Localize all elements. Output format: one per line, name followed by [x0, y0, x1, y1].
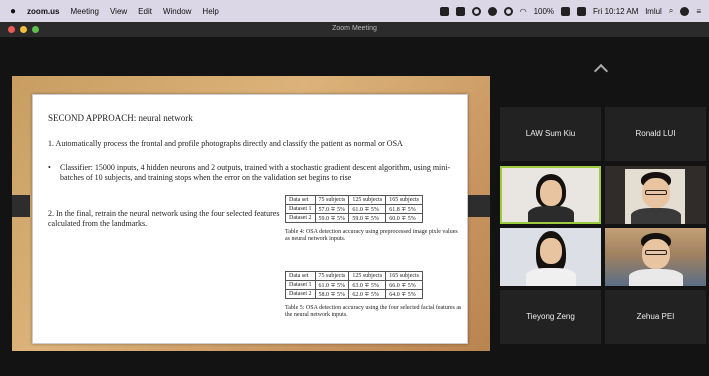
- table-header: 75 subjects: [314, 195, 350, 205]
- menu-meeting[interactable]: Meeting: [71, 7, 99, 16]
- participant-tile-zehua-pei[interactable]: Zehua PEI: [605, 290, 706, 344]
- table-cell: 61.8 ∓ 5%: [385, 204, 424, 214]
- results-table-2: Data set 75 subjects 125 subjects 165 su…: [285, 271, 424, 299]
- menu-app-name[interactable]: zoom.us: [27, 7, 59, 16]
- participant-avatar: [500, 228, 601, 286]
- participant-tile-law-sum-kiu[interactable]: LAW Sum Kiu: [500, 107, 601, 161]
- table-row: Dataset 1 61.0 ∓ 5% 63.0 ∓ 5% 66.0 ∓ 5%: [285, 280, 424, 290]
- search-icon[interactable]: ⌕: [669, 6, 673, 16]
- table-header: 165 subjects: [385, 271, 424, 281]
- table-cell: 57.0 ∓ 5%: [314, 204, 350, 214]
- table-cell: 63.0 ∓ 5%: [348, 280, 387, 290]
- table-header: 125 subjects: [348, 271, 387, 281]
- participant-name: Tieyong Zeng: [526, 312, 575, 321]
- participant-avatar: [502, 168, 599, 222]
- table-cell: 61.0 ∓ 5%: [314, 280, 350, 290]
- table-cell: Dataset 1: [285, 204, 316, 214]
- menu-edit[interactable]: Edit: [138, 7, 152, 16]
- table-cell: Dataset 2: [285, 289, 316, 299]
- table-cell: 58.0 ∓ 5%: [314, 289, 350, 299]
- clipboard-icon[interactable]: [455, 6, 465, 16]
- table-cell: 62.0 ∓ 5%: [348, 289, 387, 299]
- participant-name: Ronald LUI: [635, 129, 676, 138]
- table-cell: 61.0 ∓ 5%: [348, 204, 387, 214]
- menu-view[interactable]: View: [110, 7, 127, 16]
- table-1-caption: Table 4: OSA detection accuracy using pr…: [285, 229, 458, 242]
- participant-video[interactable]: [605, 166, 706, 224]
- menu-help[interactable]: Help: [202, 7, 218, 16]
- participant-name: LAW Sum Kiu: [525, 129, 576, 138]
- table-header: Data set: [285, 195, 316, 205]
- menu-user[interactable]: lmlul: [645, 7, 661, 16]
- table-cell: 60.0 ∓ 5%: [385, 213, 424, 223]
- table-cell: 59.0 ∓ 5%: [348, 213, 387, 223]
- table-cell: Dataset 2: [285, 213, 316, 223]
- table-header: 165 subjects: [385, 195, 424, 205]
- input-source-icon[interactable]: [577, 6, 587, 16]
- table-2-caption: Table 5: OSA detection accuracy using th…: [285, 305, 462, 318]
- menu-window[interactable]: Window: [163, 7, 191, 16]
- battery-percent[interactable]: 100%: [534, 7, 554, 16]
- bullet-mark: •: [48, 163, 51, 172]
- table-cell: 59.0 ∓ 5%: [314, 213, 350, 223]
- table-header: 75 subjects: [314, 271, 350, 281]
- slide-bullet: • Classifier: 15000 inputs, 4 hidden neu…: [48, 163, 453, 183]
- bullet-text: Classifier: 15000 inputs, 4 hidden neuro…: [60, 163, 451, 182]
- bluetooth-icon[interactable]: [503, 6, 513, 16]
- control-center-icon[interactable]: ≡: [696, 7, 701, 16]
- table-row: Dataset 2 59.0 ∓ 5% 59.0 ∓ 5% 60.0 ∓ 5%: [285, 213, 424, 223]
- results-table-1: Data set 75 subjects 125 subjects 165 su…: [285, 195, 424, 223]
- table-header: 125 subjects: [348, 195, 387, 205]
- slide-point-2: 2. In the final, retrain the neural netw…: [48, 209, 280, 228]
- window-title: Zoom Meeting: [332, 25, 377, 32]
- table-cell: Dataset 1: [285, 280, 316, 290]
- participant-video[interactable]: [500, 228, 601, 286]
- shared-screen-bar-left: [12, 195, 30, 217]
- participant-avatar: [605, 166, 706, 224]
- presentation-slide: SECOND APPROACH: neural network 1. Autom…: [32, 94, 468, 344]
- table-row: Dataset 1 57.0 ∓ 5% 61.0 ∓ 5% 61.8 ∓ 5%: [285, 204, 424, 214]
- cloud-icon[interactable]: [487, 6, 497, 16]
- battery-icon[interactable]: [561, 6, 571, 16]
- siri-icon[interactable]: [680, 6, 690, 16]
- menu-clock[interactable]: Fri 10:12 AM: [593, 7, 638, 16]
- sync-icon[interactable]: [471, 6, 481, 16]
- window-titlebar[interactable]: Zoom Meeting: [0, 22, 709, 37]
- slide-title: SECOND APPROACH: neural network: [48, 113, 193, 123]
- participant-tile-ronald-lui[interactable]: Ronald LUI: [605, 107, 706, 161]
- apple-menu-icon[interactable]: ●: [10, 6, 16, 17]
- table-header: Data set: [285, 271, 316, 281]
- macos-menu-bar: ● zoom.us Meeting View Edit Window Help …: [0, 0, 709, 22]
- zoom-status-icon[interactable]: [439, 6, 449, 16]
- participant-video-active-speaker[interactable]: [500, 166, 601, 224]
- slide-point-1: 1. Automatically process the frontal and…: [48, 139, 403, 148]
- table-cell: 66.0 ∓ 5%: [385, 280, 424, 290]
- table-row: Dataset 2 58.0 ∓ 5% 62.0 ∓ 5% 64.0 ∓ 5%: [285, 289, 424, 299]
- table-cell: 64.0 ∓ 5%: [385, 289, 424, 299]
- participant-avatar: [605, 228, 706, 286]
- participant-name: Zehua PEI: [636, 312, 675, 321]
- shared-screen: SECOND APPROACH: neural network 1. Autom…: [12, 76, 490, 351]
- participant-tile-tieyong-zeng[interactable]: Tieyong Zeng: [500, 290, 601, 344]
- wifi-icon[interactable]: ◠: [520, 7, 527, 16]
- participant-video[interactable]: [605, 228, 706, 286]
